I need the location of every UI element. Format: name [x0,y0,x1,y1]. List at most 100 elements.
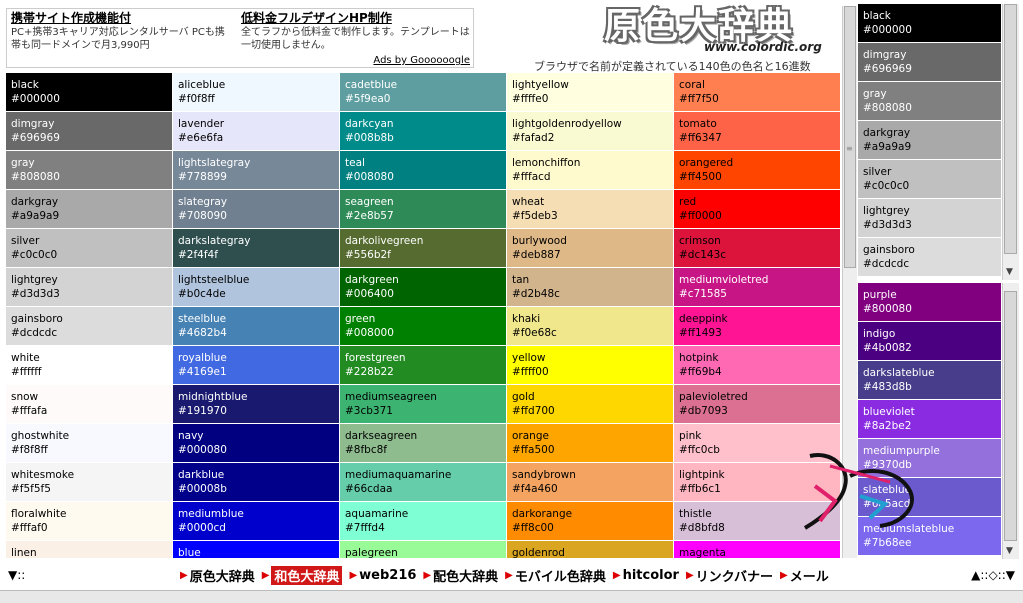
scroll-controls[interactable]: ▲::◇::▼ [971,568,1015,582]
color-cell[interactable]: wheat #f5deb3 [507,190,674,229]
color-cell[interactable]: whitesmoke #f5f5f5 [6,463,173,502]
color-name: goldenrod [512,547,565,558]
color-cell[interactable]: mediumvioletred #c71585 [674,268,841,307]
color-cell[interactable]: forestgreen #228b22 [340,346,507,385]
color-cell[interactable]: lavender #e6e6fa [173,112,340,151]
color-cell[interactable]: darkolivegreen #556b2f [340,229,507,268]
color-cell[interactable]: aliceblue #f0f8ff [173,73,340,112]
color-cell[interactable]: teal #008080 [340,151,507,190]
side-color-cell[interactable]: lightgrey #d3d3d3 [858,199,1001,238]
ad-1[interactable]: 携帯サイト作成機能付 PC+携帯3キャリア対応レンタルサーバ PCも携帯も同一ド… [11,12,233,52]
side-top-scrollbar[interactable]: ▼ [1002,4,1019,280]
color-cell[interactable]: darkseagreen #8fbc8f [340,424,507,463]
color-cell[interactable]: floralwhite #fffaf0 [6,502,173,541]
color-cell[interactable]: mediumseagreen #3cb371 [340,385,507,424]
ad-1-title[interactable]: 携帯サイト作成機能付 [11,12,233,25]
color-cell[interactable]: lightgrey #d3d3d3 [6,268,173,307]
footer-nav-link[interactable]: ▶ 和色大辞典 [262,566,343,585]
color-cell[interactable]: dimgray #696969 [6,112,173,151]
color-cell[interactable]: orange #ffa500 [507,424,674,463]
color-cell[interactable]: lightsteelblue #b0c4de [173,268,340,307]
color-cell[interactable]: yellow #ffff00 [507,346,674,385]
color-hex: #fffafa [11,405,48,417]
color-cell[interactable]: darkorange #ff8c00 [507,502,674,541]
scroll-down-button[interactable]: ▼:: [8,568,25,582]
color-cell[interactable]: silver #c0c0c0 [6,229,173,268]
footer-nav-link[interactable]: ▶ メール [780,566,829,585]
color-cell[interactable]: blue [173,541,340,558]
color-cell[interactable]: darkblue #00008b [173,463,340,502]
color-cell[interactable]: seagreen #2e8b57 [340,190,507,229]
side-bottom-scrollbar-thumb[interactable] [1004,291,1017,541]
chevron-down-icon[interactable]: ▼ [1006,267,1013,277]
color-cell[interactable]: goldenrod [507,541,674,558]
side-color-cell[interactable]: gray #808080 [858,82,1001,121]
side-color-cell[interactable]: purple #800080 [858,283,1001,322]
color-cell[interactable]: palevioletred #db7093 [674,385,841,424]
color-cell[interactable]: gray #808080 [6,151,173,190]
color-cell[interactable]: gold #ffd700 [507,385,674,424]
side-color-cell[interactable]: darkgray #a9a9a9 [858,121,1001,160]
side-bottom-scrollbar[interactable]: ▼ [1002,283,1019,559]
ads-by-link[interactable]: Ads by Goooooogle [373,55,470,66]
color-hex: #000080 [178,444,227,456]
color-cell[interactable]: steelblue #4682b4 [173,307,340,346]
color-cell[interactable]: snow #fffafa [6,385,173,424]
side-color-cell[interactable]: silver #c0c0c0 [858,160,1001,199]
color-cell[interactable]: palegreen [340,541,507,558]
side-color-cell[interactable]: gainsboro #dcdcdc [858,238,1001,276]
color-cell[interactable]: midnightblue #191970 [173,385,340,424]
color-cell[interactable]: orangered #ff4500 [674,151,841,190]
main-scrollbar-thumb[interactable] [844,6,856,268]
color-cell[interactable]: deeppink #ff1493 [674,307,841,346]
color-cell[interactable]: white #ffffff [6,346,173,385]
color-cell[interactable]: sandybrown #f4a460 [507,463,674,502]
footer-nav-link[interactable]: ▶ リンクバナー [686,566,773,585]
color-cell[interactable]: tomato #ff6347 [674,112,841,151]
color-cell[interactable]: black #000000 [6,73,173,112]
color-cell[interactable]: coral #ff7f50 [674,73,841,112]
ad-2[interactable]: 低料金フルデザインHP制作 全てラフから低料金で制作します。テンプレートは一切使… [241,12,471,52]
color-cell[interactable]: darkgreen #006400 [340,268,507,307]
color-cell[interactable]: magenta [674,541,841,558]
color-cell[interactable]: lightyellow #ffffe0 [507,73,674,112]
color-cell[interactable]: mediumaquamarine #66cdaa [340,463,507,502]
side-color-cell[interactable]: blueviolet #8a2be2 [858,400,1001,439]
color-cell[interactable]: slategray #708090 [173,190,340,229]
color-cell[interactable]: lightslategray #778899 [173,151,340,190]
footer-nav-link[interactable]: ▶ モバイル色辞典 [505,566,606,585]
color-cell[interactable]: navy #000080 [173,424,340,463]
color-cell[interactable]: aquamarine #7fffd4 [340,502,507,541]
color-cell[interactable]: ghostwhite #f8f8ff [6,424,173,463]
color-name: lightgoldenrodyellow [512,118,622,130]
color-cell[interactable]: lightgoldenrodyellow #fafad2 [507,112,674,151]
color-cell[interactable]: darkgray #a9a9a9 [6,190,173,229]
side-color-cell[interactable]: indigo #4b0082 [858,322,1001,361]
footer-nav-link[interactable]: ▶ 配色大辞典 [423,566,498,585]
side-color-cell[interactable]: black #000000 [858,4,1001,43]
color-cell[interactable]: crimson #dc143c [674,229,841,268]
side-top-scrollbar-thumb[interactable] [1004,4,1017,254]
side-color-cell[interactable]: darkslateblue #483d8b [858,361,1001,400]
footer-nav-link[interactable]: ▶ hitcolor [613,566,679,585]
color-cell[interactable]: darkslategray #2f4f4f [173,229,340,268]
footer-nav-link[interactable]: ▶ 原色大辞典 [180,566,255,585]
chevron-down-icon[interactable]: ▼ [1006,546,1013,556]
color-cell[interactable]: cadetblue #5f9ea0 [340,73,507,112]
footer-nav-label: 原色大辞典 [189,570,255,585]
color-cell[interactable]: royalblue #4169e1 [173,346,340,385]
color-cell[interactable]: khaki #f0e68c [507,307,674,346]
color-cell[interactable]: red #ff0000 [674,190,841,229]
color-cell[interactable]: green #008000 [340,307,507,346]
color-cell[interactable]: linen [6,541,173,558]
color-cell[interactable]: tan #d2b48c [507,268,674,307]
footer-nav-link[interactable]: ▶ web216 [349,566,416,585]
color-cell[interactable]: gainsboro #dcdcdc [6,307,173,346]
color-cell[interactable]: lemonchiffon #fffacd [507,151,674,190]
side-color-cell[interactable]: dimgray #696969 [858,43,1001,82]
color-cell[interactable]: hotpink #ff69b4 [674,346,841,385]
ad-2-title[interactable]: 低料金フルデザインHP制作 [241,12,471,25]
color-cell[interactable]: burlywood #deb887 [507,229,674,268]
color-cell[interactable]: darkcyan #008b8b [340,112,507,151]
color-cell[interactable]: mediumblue #0000cd [173,502,340,541]
